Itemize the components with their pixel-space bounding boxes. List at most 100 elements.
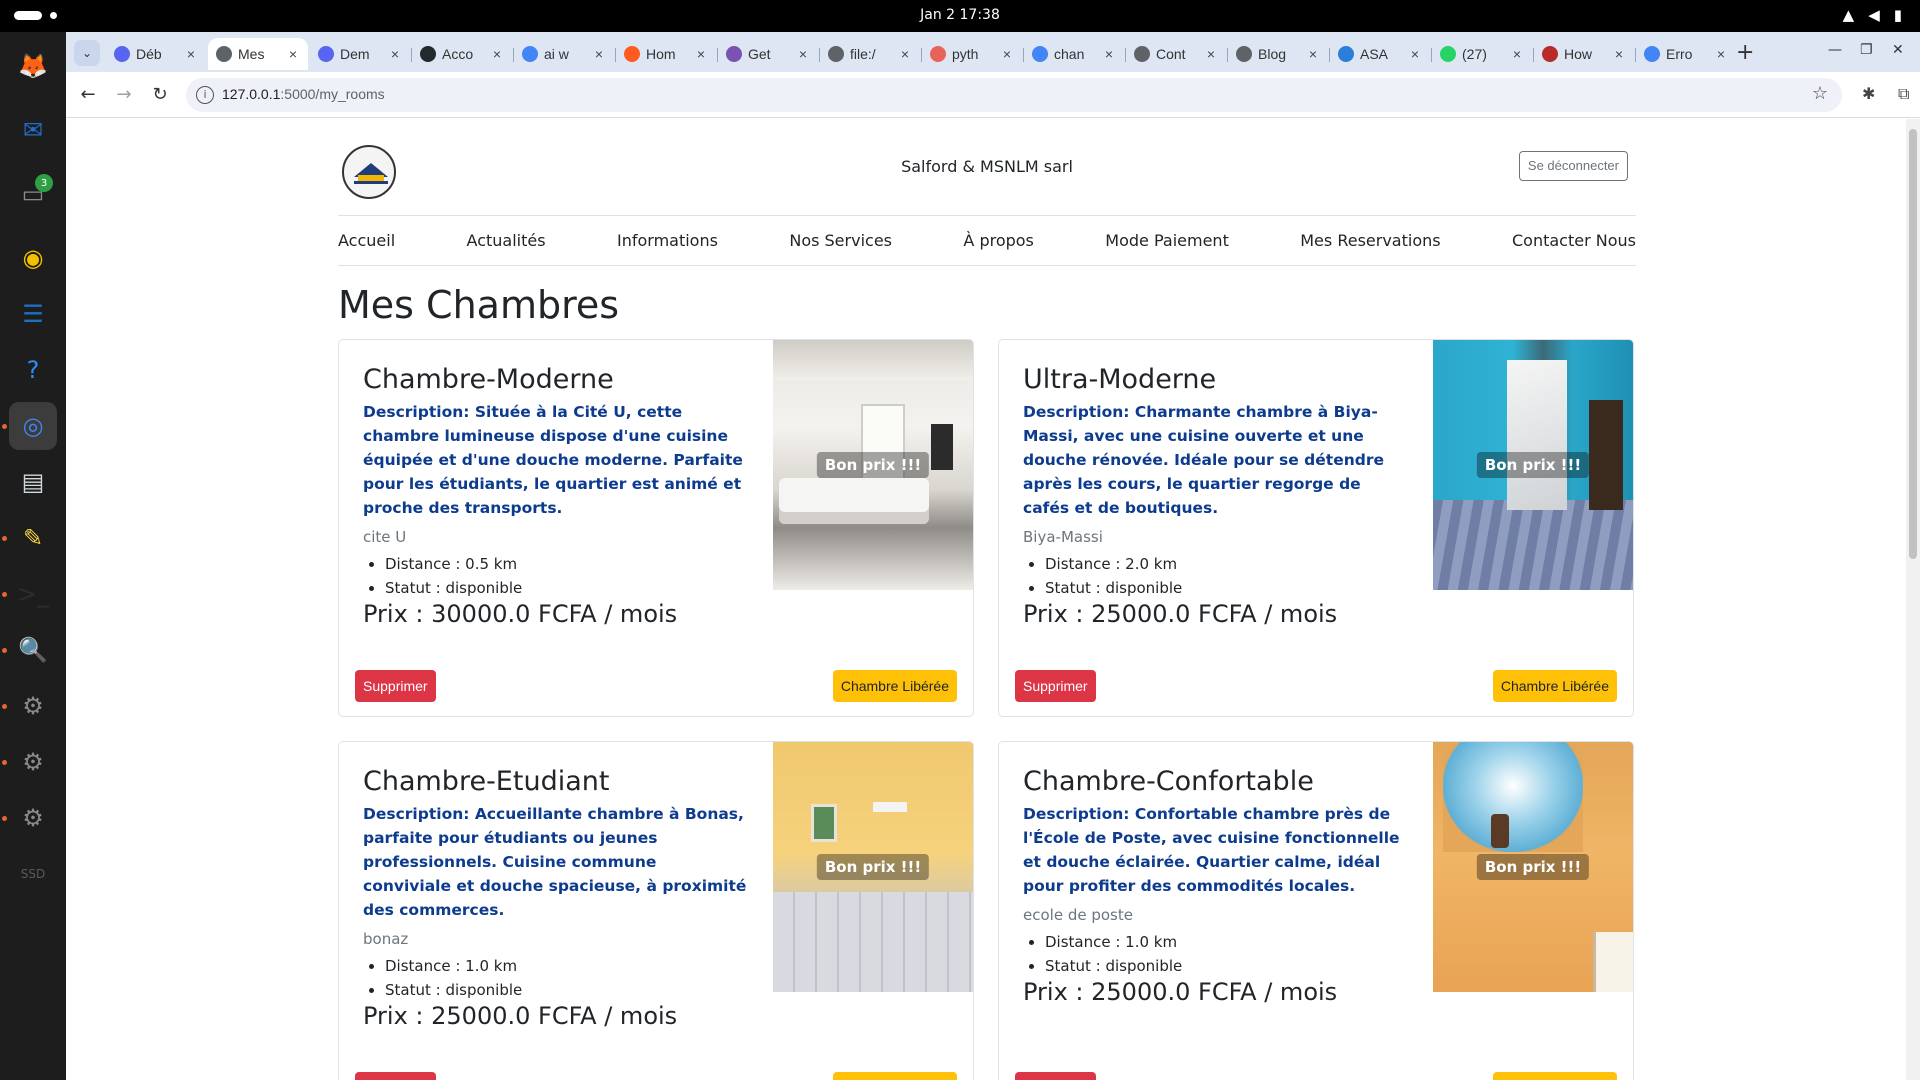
room-description: Description: Charmante chambre à Biya-Ma… [1023, 403, 1384, 517]
delete-room-button[interactable]: Supprimer [1015, 1072, 1096, 1080]
close-tab-icon[interactable]: × [1714, 46, 1728, 62]
browser-tab[interactable]: file:/ × [820, 38, 920, 70]
nav-link[interactable]: Mode Paiement [1105, 231, 1229, 250]
close-tab-icon[interactable]: × [1000, 46, 1014, 62]
room-details: Distance : 1.0 kmStatut : disponible [363, 954, 747, 1002]
nav-link[interactable]: Informations [617, 231, 718, 250]
browser-tab[interactable]: ASA × [1330, 38, 1430, 70]
close-tab-icon[interactable]: × [796, 46, 810, 62]
close-tab-icon[interactable]: × [388, 46, 402, 62]
room-freed-button[interactable]: Chambre Libérée [1492, 670, 1617, 702]
browser-tab[interactable]: ai w × [514, 38, 614, 70]
show-apps-icon[interactable]: ⊙ [9, 910, 57, 958]
browser-tab[interactable]: (27) × [1432, 38, 1532, 70]
close-tab-icon[interactable]: × [694, 46, 708, 62]
restore-button[interactable]: ❐ [1860, 42, 1873, 58]
page-scrollbar[interactable] [1906, 119, 1920, 1080]
browser-tab[interactable]: Hom × [616, 38, 716, 70]
document-viewer-icon[interactable]: ▤ [9, 458, 57, 506]
nav-link[interactable]: À propos [963, 231, 1033, 250]
browser-tab[interactable]: Erro × [1636, 38, 1736, 70]
new-tab-button[interactable]: + [1736, 40, 1754, 65]
extension-bug-icon[interactable]: ✱ [1862, 84, 1875, 103]
tab-title: Erro [1666, 46, 1693, 62]
card-body: Ultra-Moderne Description: Charmante cham… [1023, 364, 1407, 628]
browser-tab[interactable]: Acco × [412, 38, 512, 70]
search-icon[interactable]: 🔍 [9, 626, 57, 674]
tab-title: Blog [1258, 46, 1287, 62]
close-tab-icon[interactable]: × [1102, 46, 1116, 62]
vercel-icon [624, 46, 640, 62]
forward-button[interactable]: → [112, 83, 136, 107]
room-card: Chambre-Etudiant Description: Accueillant… [338, 741, 974, 1080]
delete-room-button[interactable]: Supprimer [355, 1072, 436, 1080]
delete-room-button[interactable]: Supprimer [1015, 670, 1096, 702]
close-tab-icon[interactable]: × [592, 46, 606, 62]
close-tab-icon[interactable]: × [1408, 46, 1422, 62]
site-header: Salford & MSNLM sarl Se déconnecter [338, 119, 1636, 215]
nav-link[interactable]: Nos Services [789, 231, 892, 250]
browser-tab[interactable]: Déb × [106, 38, 206, 70]
help-icon[interactable]: ? [9, 346, 57, 394]
room-freed-button[interactable]: Chambre Libérée [1492, 1072, 1617, 1080]
minimize-button[interactable]: — [1828, 42, 1842, 58]
rhythmbox-icon[interactable]: ◉ [9, 234, 57, 282]
bookmark-star-icon[interactable]: ☆ [1812, 83, 1828, 104]
close-tab-icon[interactable]: × [1612, 46, 1626, 62]
browser-tab[interactable]: chan × [1024, 38, 1124, 70]
reload-button[interactable]: ↻ [148, 83, 172, 107]
thunderbird-icon[interactable]: ✉ [9, 106, 57, 154]
nav-link[interactable]: Mes Reservations [1300, 231, 1440, 250]
tab-title: file:/ [850, 46, 876, 62]
tab-title: chan [1054, 46, 1085, 62]
browser-tab[interactable]: Blog × [1228, 38, 1328, 70]
ssd-icon[interactable]: SSD [9, 850, 57, 898]
back-button[interactable]: ← [76, 83, 100, 107]
room-status: Statut : disponible [385, 978, 747, 1002]
scrollbar-thumb[interactable] [1909, 129, 1917, 559]
files-icon[interactable]: ▭ 3 [9, 170, 57, 218]
room-freed-button[interactable]: Chambre Libérée [832, 1072, 957, 1080]
browser-tab[interactable]: How × [1534, 38, 1634, 70]
clock[interactable]: Jan 2 17:38 [0, 7, 1920, 23]
address-bar[interactable]: i 127.0.0.1:5000/my_rooms ☆ [186, 78, 1842, 112]
close-tab-icon[interactable]: × [1510, 46, 1524, 62]
close-tab-icon[interactable]: × [286, 46, 300, 62]
system-menu[interactable]: ▲ ◀ ▮ [1843, 6, 1902, 24]
tab-title: ASA [1360, 46, 1389, 62]
tab-strip: ⌄ + — ❐ ✕ Déb × Mes × Dem × Acco × ai w × Hom × Get ×… [66, 32, 1920, 72]
close-tab-icon[interactable]: × [1204, 46, 1218, 62]
tab-separator [1431, 48, 1432, 62]
delete-room-button[interactable]: Supprimer [355, 670, 436, 702]
chrome-icon[interactable]: ◎ [9, 402, 57, 450]
nav-link[interactable]: Actualités [467, 231, 546, 250]
settings-icon[interactable]: ⚙ [9, 682, 57, 730]
nav-link[interactable]: Accueil [338, 231, 395, 250]
close-tab-icon[interactable]: × [184, 46, 198, 62]
terminal-icon[interactable]: >_ [9, 570, 57, 618]
browser-tab[interactable]: Dem × [310, 38, 410, 70]
close-window-button[interactable]: ✕ [1892, 42, 1904, 58]
settings-icon[interactable]: ⚙ [9, 738, 57, 786]
room-location: Biya-Massi [1023, 528, 1103, 546]
close-tab-icon[interactable]: × [898, 46, 912, 62]
browser-tab[interactable]: Mes × [208, 38, 308, 70]
room-card: Chambre-Confortable Description: Conforta… [998, 741, 1634, 1080]
writer-icon[interactable]: ☰ [9, 290, 57, 338]
nav-link[interactable]: Contacter Nous [1512, 231, 1636, 250]
room-freed-button[interactable]: Chambre Libérée [832, 670, 957, 702]
text-editor-icon[interactable]: ✎ [9, 514, 57, 562]
url-text[interactable]: 127.0.0.1:5000/my_rooms [222, 86, 385, 102]
browser-tab[interactable]: Get × [718, 38, 818, 70]
site-info-icon[interactable]: i [196, 86, 214, 104]
photo-detail [811, 804, 837, 842]
logout-button[interactable]: Se déconnecter [1518, 151, 1628, 181]
close-tab-icon[interactable]: × [490, 46, 504, 62]
extensions-puzzle-icon[interactable]: ⧉ [1898, 84, 1909, 104]
settings-icon[interactable]: ⚙ [9, 794, 57, 842]
tab-search-button[interactable]: ⌄ [74, 40, 100, 66]
firefox-icon[interactable]: 🦊 [9, 42, 57, 90]
close-tab-icon[interactable]: × [1306, 46, 1320, 62]
browser-tab[interactable]: pyth × [922, 38, 1022, 70]
browser-tab[interactable]: Cont × [1126, 38, 1226, 70]
